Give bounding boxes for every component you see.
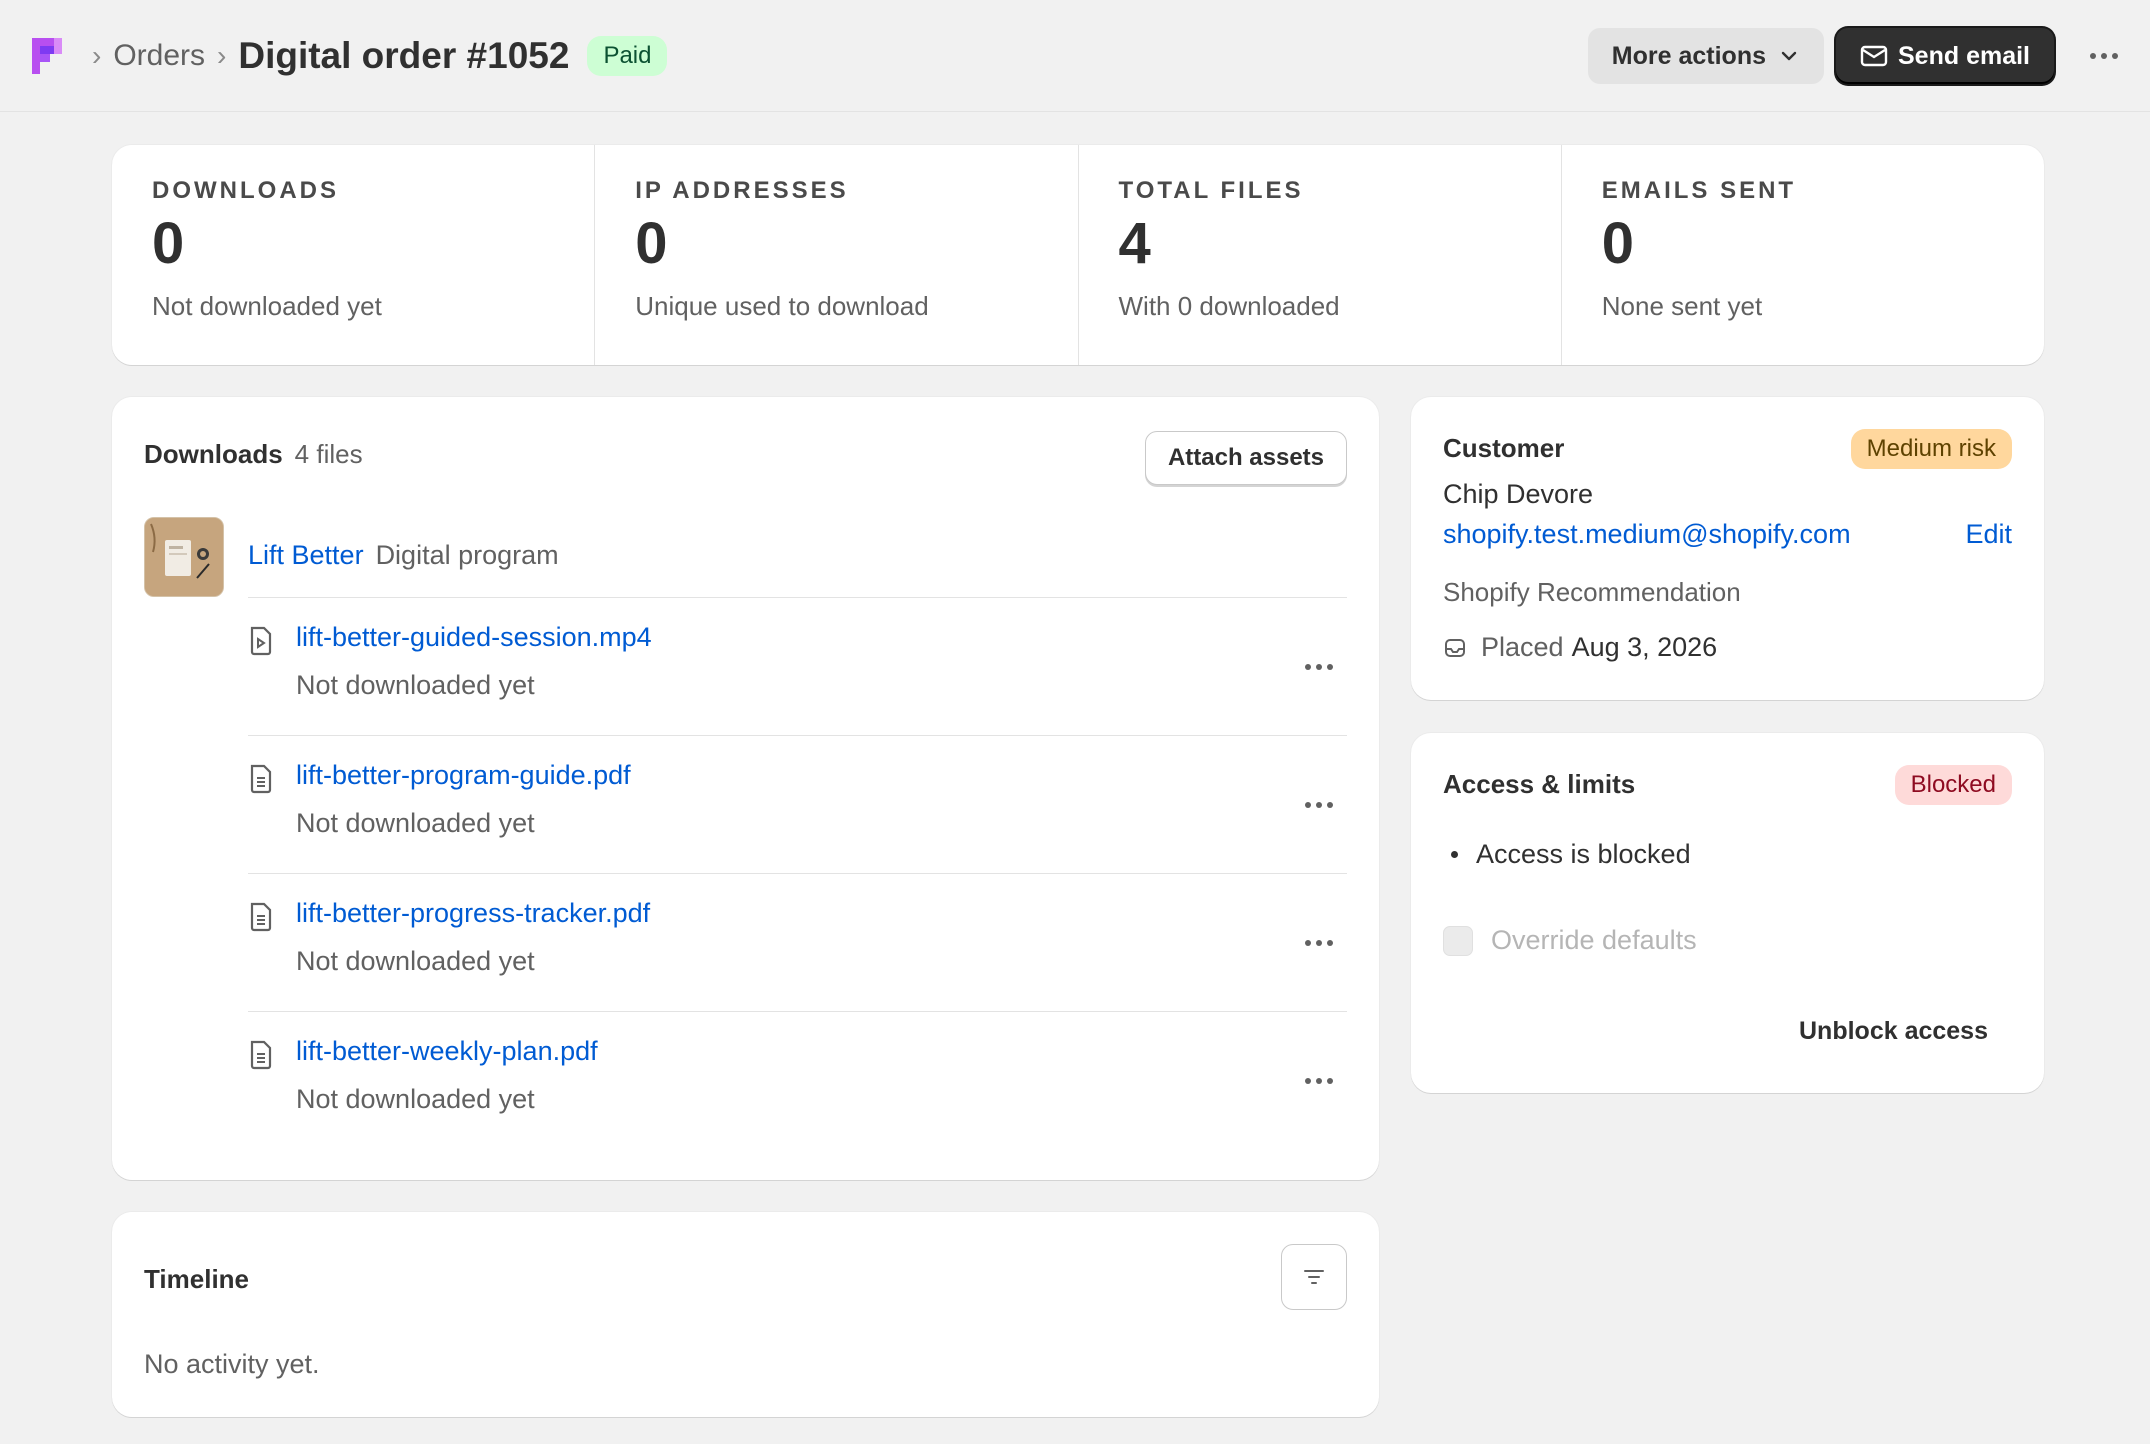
timeline-empty-text: No activity yet. (144, 1349, 320, 1379)
page-options-dots-icon[interactable] (2090, 53, 2118, 59)
override-label: Override defaults (1491, 925, 1697, 955)
document-file-icon (250, 902, 272, 932)
unblock-access-button[interactable]: Unblock access (1799, 1017, 1988, 1046)
customer-card: Customer Medium risk Chip Devore shopify… (1411, 397, 2044, 700)
downloads-count: 4 files (294, 439, 363, 469)
filter-icon (1304, 1270, 1324, 1284)
file-row: lift-better-guided-session.mp4 Not downl… (248, 598, 1347, 736)
app-logo-icon[interactable] (32, 37, 66, 74)
customer-email-link[interactable]: shopify.test.medium@shopify.com (1443, 519, 1851, 550)
stat-emails-sent: EMAILS SENT 0 None sent yet (1560, 145, 2044, 365)
file-row: lift-better-weekly-plan.pdf Not download… (248, 1012, 1347, 1150)
file-status: Not downloaded yet (296, 808, 535, 838)
customer-recommendation: Shopify Recommendation (1443, 577, 1741, 607)
file-row: lift-better-progress-tracker.pdf Not dow… (248, 874, 1347, 1012)
stats-card: DOWNLOADS 0 Not downloaded yet IP ADDRES… (112, 145, 2044, 365)
envelope-icon (1860, 45, 1888, 67)
file-status: Not downloaded yet (296, 1084, 535, 1114)
customer-title: Customer (1443, 433, 1565, 463)
chevron-right-icon: › (92, 39, 102, 71)
override-defaults-checkbox[interactable]: Override defaults (1443, 925, 1697, 956)
placed-date: Placed Aug 3, 2026 (1443, 632, 1717, 663)
timeline-title: Timeline (144, 1264, 250, 1294)
status-badge: Paid (587, 35, 668, 76)
downloads-title: Downloads (144, 439, 283, 469)
stat-subtext: Not downloaded yet (152, 291, 382, 321)
downloads-header: Downloads 4 files (144, 439, 363, 470)
stat-value: 0 (635, 211, 668, 276)
placed-date-value: Aug 3, 2026 (1571, 632, 1718, 662)
stat-value: 0 (1601, 211, 1635, 276)
file-row: lift-better-program-guide.pdf Not downlo… (248, 736, 1347, 874)
send-email-button[interactable]: Send email (1836, 28, 2054, 84)
file-link[interactable]: lift-better-program-guide.pdf (296, 760, 631, 791)
blocked-badge: Blocked (1894, 765, 2012, 805)
file-link[interactable]: lift-better-weekly-plan.pdf (296, 1036, 598, 1067)
timeline-card: Timeline No activity yet. (112, 1212, 1379, 1417)
more-actions-label: More actions (1611, 41, 1766, 70)
stat-subtext: None sent yet (1601, 291, 1763, 321)
stat-subtext: With 0 downloaded (1118, 291, 1340, 321)
send-email-label: Send email (1898, 41, 2030, 70)
video-file-icon (250, 626, 272, 656)
stat-label: IP ADDRESSES (635, 177, 849, 204)
edit-customer-link[interactable]: Edit (1965, 519, 2012, 550)
customer-name: Chip Devore (1443, 479, 1594, 509)
product-type: Digital program (375, 540, 559, 570)
product-name: Lift Better Digital program (248, 540, 559, 571)
stat-label: DOWNLOADS (152, 177, 339, 204)
file-options-dots-icon[interactable] (1305, 802, 1333, 808)
document-file-icon (250, 1040, 272, 1070)
product-link[interactable]: Lift Better (248, 540, 364, 570)
file-link[interactable]: lift-better-progress-tracker.pdf (296, 898, 650, 929)
stat-label: EMAILS SENT (1601, 177, 1797, 204)
more-actions-button[interactable]: More actions (1587, 28, 1824, 84)
risk-badge: Medium risk (1850, 429, 2012, 469)
file-status: Not downloaded yet (296, 670, 535, 700)
attach-assets-button[interactable]: Attach assets (1145, 431, 1347, 485)
timeline-filter-button[interactable] (1281, 1244, 1347, 1310)
inbox-icon (1445, 638, 1465, 657)
file-options-dots-icon[interactable] (1305, 940, 1333, 946)
downloads-card: Downloads 4 files Attach assets Lift Bett… (112, 397, 1379, 1180)
product-image-icon (145, 518, 223, 596)
checkbox-icon[interactable] (1443, 925, 1473, 956)
page-title: Digital order #1052 (238, 34, 570, 76)
stat-downloads: DOWNLOADS 0 Not downloaded yet (112, 145, 594, 365)
chevron-down-icon (1781, 51, 1797, 61)
access-limits-card: Access & limits Blocked Access is blocke… (1411, 733, 2044, 1093)
access-status-item: Access is blocked (1451, 839, 1691, 870)
file-link[interactable]: lift-better-guided-session.mp4 (296, 622, 652, 653)
file-status: Not downloaded yet (296, 946, 535, 976)
product-thumbnail (144, 517, 224, 597)
stat-value: 0 (152, 211, 185, 276)
stat-total-files: TOTAL FILES 4 With 0 downloaded (1077, 145, 1561, 365)
file-options-dots-icon[interactable] (1305, 1078, 1333, 1084)
chevron-right-icon: › (217, 39, 227, 71)
access-title: Access & limits (1443, 769, 1636, 799)
stat-value: 4 (1118, 211, 1151, 276)
access-status-text: Access is blocked (1476, 839, 1691, 869)
document-file-icon (250, 764, 272, 794)
stat-subtext: Unique used to download (635, 291, 929, 321)
stat-label: TOTAL FILES (1118, 177, 1304, 204)
page-header: › Orders › Digital order #1052 Paid More… (0, 0, 2150, 112)
placed-label: Placed (1481, 632, 1564, 662)
breadcrumb-orders[interactable]: Orders (113, 39, 205, 73)
header-actions: More actions Send email (1587, 28, 2118, 84)
stat-ip-addresses: IP ADDRESSES 0 Unique used to download (594, 145, 1077, 365)
file-options-dots-icon[interactable] (1305, 664, 1333, 670)
bullet-icon (1451, 851, 1458, 858)
